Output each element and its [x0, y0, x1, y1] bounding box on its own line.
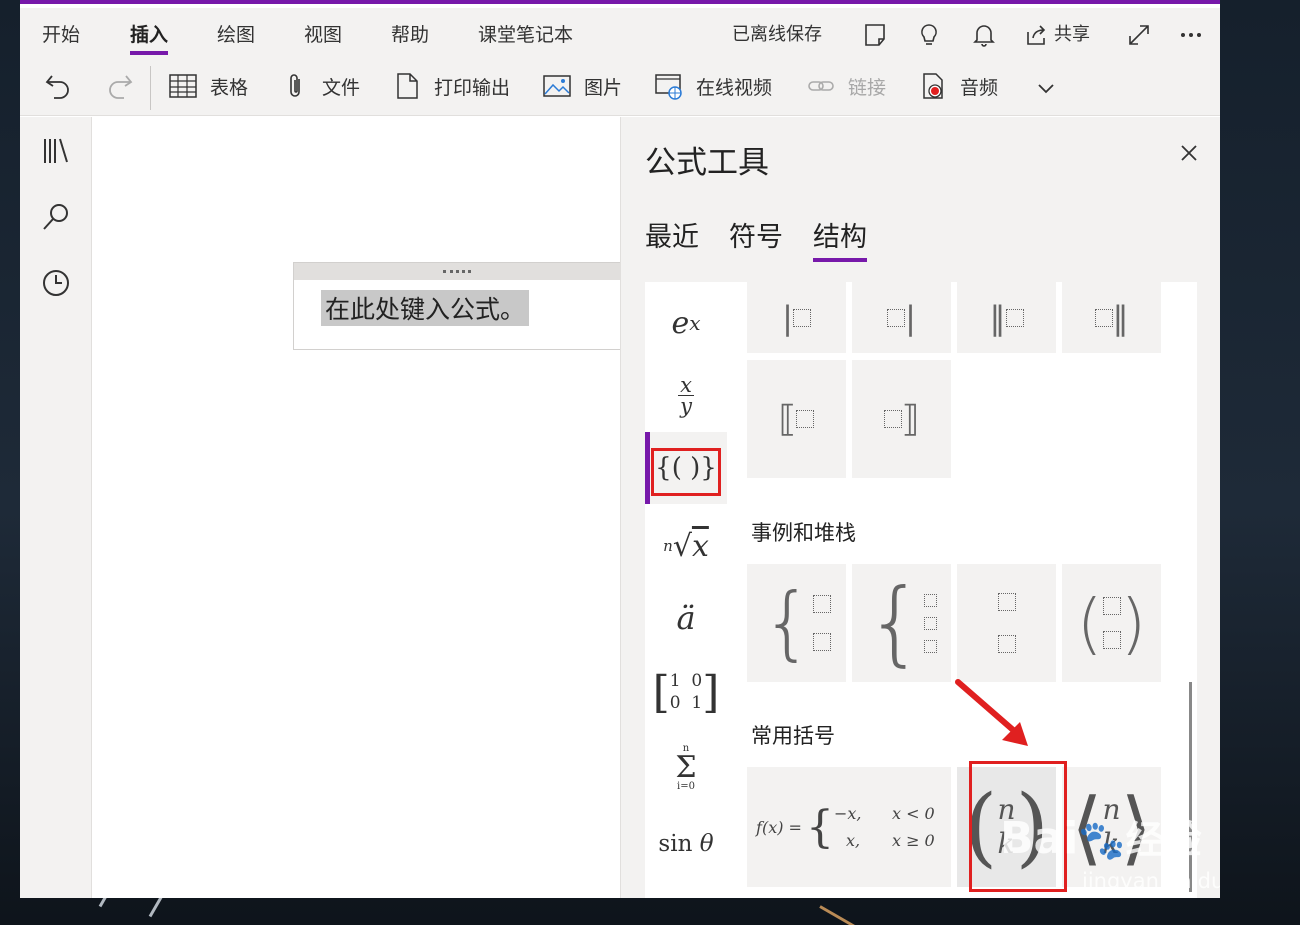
- structure-left-double-bar[interactable]: ‖: [957, 282, 1056, 353]
- tab-insert[interactable]: 插入: [130, 20, 169, 55]
- structure-left-bar[interactable]: |: [747, 282, 846, 353]
- link-icon: [808, 81, 834, 91]
- structure-cases-2[interactable]: {: [747, 564, 846, 682]
- gallery-scrollbar[interactable]: [1189, 682, 1192, 892]
- audio-icon: [923, 73, 943, 99]
- category-fraction[interactable]: xy: [645, 359, 727, 431]
- angle-binomial-top: n: [1102, 793, 1121, 826]
- structure-right-bar[interactable]: |: [852, 282, 951, 353]
- insert-printout-button[interactable]: 打印输出: [392, 70, 510, 102]
- table-icon: [169, 74, 197, 98]
- tab-home[interactable]: 开始: [42, 20, 80, 47]
- search-icon[interactable]: [40, 201, 72, 233]
- onenote-window: 开始 插入 绘图 视图 帮助 课堂笔记本 已离线保存 共享 表格 文件 打印输出…: [20, 0, 1220, 898]
- share-button[interactable]: 共享: [1054, 20, 1090, 46]
- equation-placeholder[interactable]: 在此处键入公式。: [321, 290, 530, 326]
- insert-link-button[interactable]: 链接: [806, 70, 886, 102]
- angle-binomial-bottom: k: [1102, 827, 1120, 860]
- sync-status: 已离线保存: [732, 24, 822, 45]
- insert-file-button[interactable]: 文件: [280, 70, 360, 102]
- online-video-icon: [655, 74, 682, 100]
- expand-icon[interactable]: [1126, 22, 1152, 48]
- note-page[interactable]: 在此处键入公式。: [93, 117, 620, 898]
- tab-symbols[interactable]: 符号: [729, 215, 783, 254]
- more-icon[interactable]: [1178, 22, 1204, 48]
- structure-angle-binomial[interactable]: ⟨ n k ⟩: [1062, 767, 1161, 887]
- category-matrix[interactable]: [1 00 1]: [645, 656, 727, 728]
- structure-category-list: ex xy {( )} n√x ä [1 00 1] nΣi=0 sin θ c…: [645, 282, 727, 898]
- insert-audio-button[interactable]: 音频: [918, 70, 998, 102]
- picture-icon: [543, 75, 571, 97]
- structure-binomial[interactable]: ( n k ): [957, 767, 1056, 887]
- piecewise-case2: x,: [845, 831, 861, 850]
- close-icon[interactable]: [1179, 143, 1199, 163]
- chevron-down-icon[interactable]: [1034, 76, 1058, 100]
- document-icon: [397, 73, 418, 99]
- file-label: 文件: [322, 76, 361, 99]
- piecewise-lhs: f(x) =: [756, 817, 802, 837]
- structure-piecewise-function[interactable]: f(x) = { −x, x < 0 x, x ≥ 0: [747, 767, 951, 887]
- insert-table-button[interactable]: 表格: [168, 70, 248, 102]
- navigation-rail: [20, 117, 92, 898]
- tab-structures[interactable]: 结构: [813, 215, 867, 262]
- piecewise-case1: −x,: [833, 804, 862, 823]
- toolbar-separator: [150, 66, 151, 110]
- lightbulb-icon[interactable]: [916, 22, 942, 48]
- category-radical[interactable]: n √ x: [645, 510, 727, 582]
- tab-recent[interactable]: 最近: [645, 215, 699, 254]
- link-label: 链接: [848, 76, 887, 99]
- category-function[interactable]: sin θ: [645, 808, 727, 880]
- pane-title: 公式工具: [645, 145, 769, 181]
- section-title-common-brackets: 常用括号: [751, 724, 835, 748]
- structure-gallery: | | ‖ ‖ ⟦ ⟧ 事例和堆栈 { { ( ) 常用括号 f(x) = {…: [727, 282, 1197, 898]
- structure-left-white-bracket[interactable]: ⟦: [747, 360, 846, 478]
- section-title-cases: 事例和堆栈: [751, 521, 856, 545]
- tab-help[interactable]: 帮助: [391, 20, 429, 47]
- binomial-bottom: k: [997, 827, 1015, 860]
- undo-icon[interactable]: [42, 70, 74, 102]
- annotation-arrow: [955, 679, 1028, 746]
- piecewise-cond2: x ≥ 0: [891, 831, 935, 850]
- equation-tools-pane: 公式工具 最近 符号 结构 ex xy {( )} n √ x ä [1 00 1]…: [620, 117, 1220, 898]
- container-drag-handle[interactable]: [294, 263, 620, 280]
- category-bracket[interactable]: {( )}: [645, 432, 727, 504]
- insert-online-video-button[interactable]: 在线视频: [654, 70, 772, 102]
- tab-draw[interactable]: 绘图: [217, 20, 255, 47]
- structure-stack-parens[interactable]: ( ): [1062, 564, 1161, 682]
- bell-icon[interactable]: [971, 22, 997, 48]
- table-label: 表格: [210, 76, 249, 99]
- notebook-icon[interactable]: [862, 22, 888, 48]
- insert-picture-button[interactable]: 图片: [542, 70, 622, 102]
- structure-right-white-bracket[interactable]: ⟧: [852, 360, 951, 478]
- insert-toolbar: 表格 文件 打印输出 图片 在线视频 链接 音频: [20, 58, 1220, 116]
- category-script[interactable]: ex: [645, 287, 727, 359]
- piecewise-cond1: x < 0: [891, 804, 935, 823]
- redo-icon[interactable]: [104, 70, 136, 102]
- category-accent[interactable]: ä: [645, 582, 727, 654]
- equation-container[interactable]: 在此处键入公式。: [293, 262, 620, 350]
- picture-label: 图片: [584, 76, 623, 99]
- printout-label: 打印输出: [434, 76, 511, 99]
- paperclip-icon: [290, 74, 300, 97]
- category-more[interactable]: cx: [645, 880, 727, 898]
- ribbon-tabbar: 开始 插入 绘图 视图 帮助 课堂笔记本 已离线保存 共享: [20, 8, 1220, 58]
- structure-right-double-bar[interactable]: ‖: [1062, 282, 1161, 353]
- online-video-label: 在线视频: [696, 76, 773, 99]
- category-large-operator[interactable]: n Σi=0: [645, 732, 727, 804]
- tab-view[interactable]: 视图: [304, 20, 342, 47]
- structure-stack[interactable]: [957, 564, 1056, 682]
- notebooks-icon[interactable]: [40, 135, 72, 167]
- light-streak: [819, 905, 865, 925]
- tab-class-notebook[interactable]: 课堂笔记本: [478, 20, 573, 47]
- structure-cases-3[interactable]: {: [852, 564, 951, 682]
- share-icon[interactable]: [1024, 22, 1050, 48]
- recent-clock-icon[interactable]: [40, 267, 72, 299]
- binomial-top: n: [997, 793, 1016, 826]
- audio-label: 音频: [960, 76, 999, 99]
